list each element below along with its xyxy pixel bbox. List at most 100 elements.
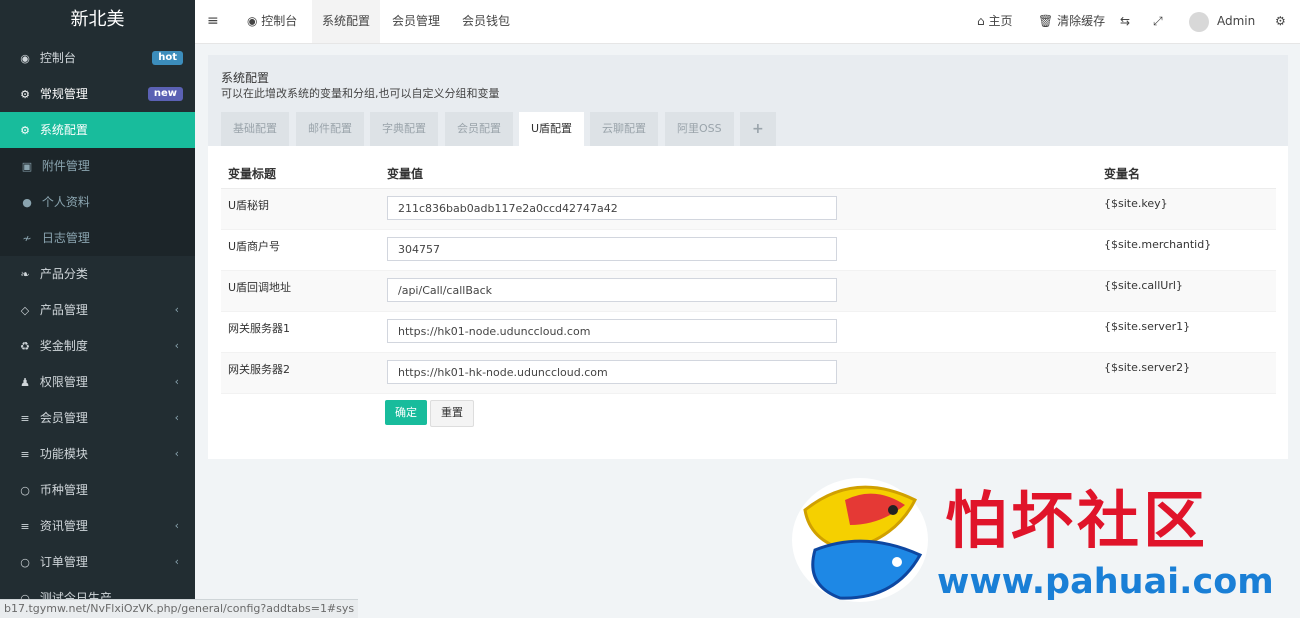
- row-var-name: {$site.callUrl}: [1097, 270, 1276, 312]
- sidebar-item-system-config[interactable]: ⚙ 系统配置: [0, 112, 195, 148]
- language-icon[interactable]: ⇆: [1120, 0, 1130, 43]
- sidebar-item-product-category[interactable]: ❧ 产品分类: [0, 256, 195, 292]
- tab-member-config[interactable]: 会员配置: [445, 112, 513, 146]
- home-link[interactable]: ⌂ 主页: [977, 0, 1012, 43]
- table-row: U盾秘钥 {$site.key}: [221, 188, 1276, 230]
- gateway-server2-input[interactable]: [387, 360, 837, 384]
- dashboard-icon: ◉: [247, 14, 262, 28]
- sidebar-item-label: 权限管理: [39, 375, 88, 389]
- user-name: Admin: [1217, 14, 1256, 28]
- sidebar-item-permissions[interactable]: ♟ 权限管理 ‹: [0, 364, 195, 400]
- sidebar-item-label: 日志管理: [41, 231, 90, 245]
- sidebar-item-label: 常规管理: [39, 87, 88, 101]
- sidebar-item-currency[interactable]: ○ 币种管理: [0, 472, 195, 508]
- list-icon: ≡: [20, 520, 30, 533]
- add-tab-button[interactable]: +: [740, 112, 776, 146]
- panel-header: 系统配置 可以在此增改系统的变量和分组,也可以自定义分组和变量 基础配置 邮件配…: [208, 55, 1288, 146]
- sidebar-item-dashboard[interactable]: ◉ 控制台 hot: [0, 40, 195, 76]
- home-label: 主页: [988, 14, 1013, 28]
- sidebar-item-modules[interactable]: ≡ 功能模块 ‹: [0, 436, 195, 472]
- sidebar-item-logs[interactable]: ≁ 日志管理: [0, 220, 195, 256]
- sidebar-item-label: 功能模块: [39, 447, 88, 461]
- row-var-name: {$site.merchantid}: [1097, 229, 1276, 271]
- sidebar-item-members[interactable]: ≡ 会员管理 ‹: [0, 400, 195, 436]
- group-icon: ♟: [20, 376, 30, 389]
- tab-member-manage[interactable]: 会员管理: [382, 0, 450, 43]
- sidebar-item-label: 个人资料: [41, 195, 90, 209]
- sidebar-item-attachments[interactable]: ▣ 附件管理: [0, 148, 195, 184]
- tab-system-config[interactable]: 系统配置: [312, 0, 381, 43]
- new-badge: new: [147, 87, 183, 101]
- row-title: U盾秘钥: [221, 188, 380, 230]
- leaf-icon: ❧: [20, 268, 30, 281]
- circle-icon: ○: [20, 556, 30, 569]
- chevron-left-icon: ‹: [174, 555, 179, 568]
- tab-email-config[interactable]: 邮件配置: [296, 112, 364, 146]
- app-logo[interactable]: 新北美: [0, 0, 195, 40]
- sidebar-item-label: 控制台: [39, 51, 76, 65]
- menu-toggle-icon[interactable]: ≡: [207, 13, 221, 29]
- table-row: 网关服务器1 {$site.server1}: [221, 311, 1276, 353]
- sidebar-item-label: 系统配置: [39, 123, 88, 137]
- row-title: 网关服务器2: [221, 352, 380, 394]
- sidebar-item-product-manage[interactable]: ◇ 产品管理 ‹: [0, 292, 195, 328]
- gateway-server1-input[interactable]: [387, 319, 837, 343]
- sidebar-item-label: 奖金制度: [39, 339, 88, 353]
- sidebar-item-orders[interactable]: ○ 订单管理 ‹: [0, 544, 195, 580]
- tab-dictionary-config[interactable]: 字典配置: [370, 112, 438, 146]
- trash-icon: 🗑: [1038, 14, 1058, 28]
- tab-basic-config[interactable]: 基础配置: [221, 112, 289, 146]
- user-menu[interactable]: Admin: [1189, 0, 1255, 43]
- cogs-icon: ⚙: [20, 88, 30, 101]
- sidebar-item-bonus[interactable]: ♻ 奖金制度 ‹: [0, 328, 195, 364]
- submit-button[interactable]: 确定: [385, 400, 427, 425]
- sidebar-item-label: 产品管理: [39, 303, 88, 317]
- home-icon: ⌂: [977, 14, 989, 28]
- recycle-icon: ♻: [20, 340, 30, 353]
- hot-badge: hot: [152, 51, 183, 65]
- tab-ukey-config[interactable]: U盾配置: [519, 112, 585, 146]
- merchant-id-input[interactable]: [387, 237, 837, 261]
- gear-icon: ⚙: [20, 124, 30, 137]
- watermark-text: 怕坏社区: [945, 484, 1210, 557]
- chevron-left-icon: ‹: [174, 411, 179, 424]
- sidebar-item-news[interactable]: ≡ 资讯管理 ‹: [0, 508, 195, 544]
- tab-label: 系统配置: [322, 14, 371, 28]
- dashboard-icon: ◉: [20, 52, 30, 65]
- reset-button[interactable]: 重置: [430, 400, 474, 427]
- row-title: U盾回调地址: [221, 270, 380, 312]
- clear-cache-button[interactable]: 🗑 清除缓存: [1038, 0, 1105, 43]
- tab-aliyun-oss[interactable]: 阿里OSS: [665, 112, 734, 146]
- sidebar-item-profile[interactable]: ● 个人资料: [0, 184, 195, 220]
- row-value-cell: [380, 270, 1097, 312]
- row-title: U盾商户号: [221, 229, 380, 271]
- log-icon: ≁: [22, 232, 32, 245]
- clear-cache-label: 清除缓存: [1057, 14, 1106, 28]
- sidebar-item-label: 附件管理: [41, 159, 90, 173]
- avatar: [1189, 11, 1209, 32]
- chevron-left-icon: ‹: [174, 447, 179, 460]
- fullscreen-icon[interactable]: ⤢: [1153, 0, 1163, 43]
- page-title: 系统配置: [221, 71, 270, 85]
- chevron-left-icon: ‹: [174, 303, 179, 316]
- settings-icon[interactable]: ⚙: [1275, 0, 1286, 43]
- tab-cloudchat-config[interactable]: 云聊配置: [590, 112, 658, 146]
- sidebar-item-general[interactable]: ⚙ 常规管理 new: [0, 76, 195, 112]
- row-var-name: {$site.server1}: [1097, 311, 1276, 353]
- callback-url-input[interactable]: [387, 278, 837, 302]
- chevron-left-icon: ‹: [174, 375, 179, 388]
- table-row: U盾商户号 {$site.merchantid}: [221, 229, 1276, 271]
- watermark-url: www.pahuai.com: [937, 562, 1274, 602]
- ukey-secret-input[interactable]: [387, 196, 837, 220]
- tab-member-wallet[interactable]: 会员钱包: [452, 0, 520, 43]
- sidebar-item-label: 币种管理: [39, 483, 88, 497]
- config-panel: 系统配置 可以在此增改系统的变量和分组,也可以自定义分组和变量 基础配置 邮件配…: [208, 55, 1288, 459]
- status-url: b17.tgymw.net/NvFlxiOzVK.php/general/con…: [0, 599, 359, 618]
- diamond-icon: ◇: [20, 304, 30, 317]
- tab-dashboard[interactable]: ◉ 控制台: [237, 0, 307, 43]
- user-icon: ●: [22, 196, 32, 209]
- circle-icon: ○: [20, 484, 30, 497]
- row-value-cell: [380, 188, 1097, 230]
- sidebar: 新北美 ◉ 控制台 hot ⚙ 常规管理 new ⚙ 系统配置 ▣ 附件管理 ●…: [0, 0, 195, 618]
- sidebar-item-label: 资讯管理: [39, 519, 88, 533]
